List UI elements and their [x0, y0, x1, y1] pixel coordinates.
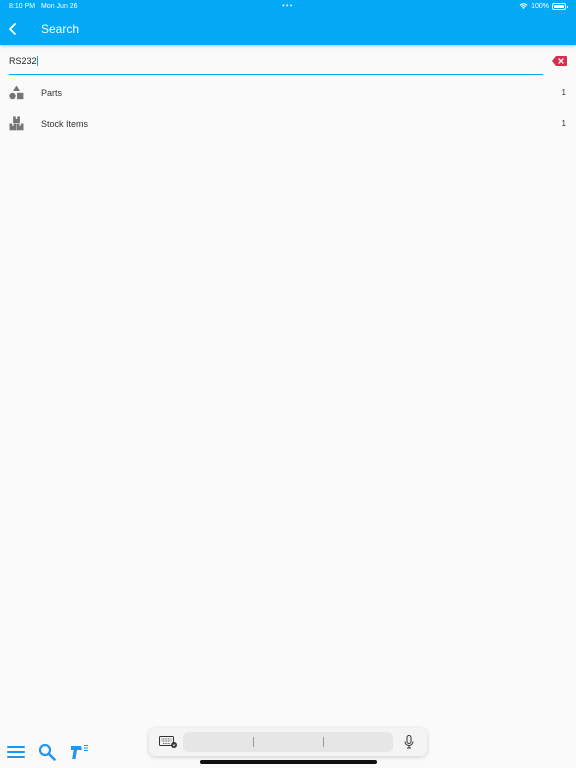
- result-label: Stock Items: [41, 119, 89, 129]
- status-bar: 8:10 PM Mon Jun 26 ••• 100%: [0, 0, 576, 14]
- status-date: Mon Jun 26: [41, 3, 78, 10]
- search-input-value: RS232: [9, 56, 38, 66]
- text-caret: [36, 56, 38, 66]
- wifi-icon: [519, 3, 528, 9]
- result-label: Parts: [41, 88, 63, 98]
- barcode-scanner-icon[interactable]: [70, 743, 88, 761]
- chevron-left-icon[interactable]: [4, 20, 22, 38]
- shapes-icon: [9, 85, 24, 100]
- app-header: 8:10 PM Mon Jun 26 ••• 100% Search: [0, 0, 576, 45]
- boxes-icon: [9, 116, 24, 131]
- page-title: Search: [41, 22, 80, 36]
- result-count: 1: [561, 119, 566, 128]
- multitasking-dots[interactable]: •••: [282, 1, 293, 10]
- result-count: 1: [561, 88, 566, 97]
- result-item-parts[interactable]: Parts 1: [0, 78, 576, 109]
- battery-icon: [552, 2, 568, 10]
- status-time: 8:10 PM: [9, 3, 36, 10]
- result-item-stock-items[interactable]: Stock Items 1: [0, 109, 576, 140]
- search-icon[interactable]: [38, 743, 56, 761]
- battery-percent: 100%: [531, 2, 549, 10]
- backspace-clear-icon[interactable]: [552, 56, 567, 66]
- suggestion-slot[interactable]: [183, 732, 253, 752]
- keyboard-hide-icon[interactable]: [159, 736, 177, 748]
- suggestion-slot[interactable]: [324, 732, 393, 752]
- microphone-icon[interactable]: [403, 735, 415, 749]
- home-indicator[interactable]: [200, 760, 377, 764]
- status-right: 100%: [519, 2, 568, 10]
- suggestion-slot[interactable]: [254, 732, 323, 752]
- search-input[interactable]: [9, 50, 543, 75]
- search-results: Parts 1 Stock Items 1: [0, 78, 576, 140]
- menu-icon[interactable]: [7, 743, 25, 761]
- search-row: RS232: [9, 50, 569, 76]
- keyboard-shortcut-bar: [149, 728, 427, 756]
- predictive-suggestions: [183, 732, 393, 752]
